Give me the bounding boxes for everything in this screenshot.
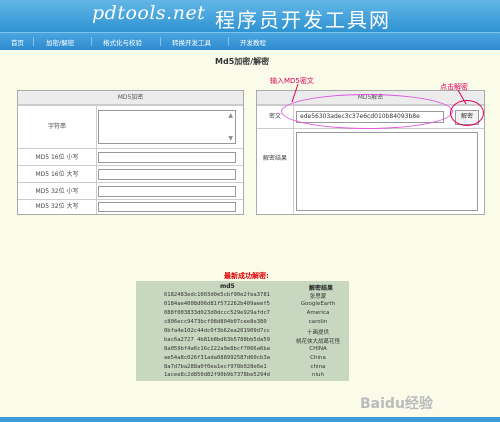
table-row-md5: 1acee8c2d850d82f90b9b7378be5294d [164, 372, 270, 378]
recent-title: 最新成功解密: [224, 272, 269, 280]
table-row-md5: 8a7d7ba288a0f0ea1ecf978b028e6e1 [164, 364, 267, 370]
result-column-header: 解密结果 [309, 285, 334, 292]
table-row-result: America [306, 310, 330, 316]
table-row-md5: 0184ae4008d06d81f572262b409aeef5 [164, 301, 270, 307]
recent-decryptions-table: md5 解密结果 6182483edc1003d0e5cbf90e2fea378… [136, 281, 349, 381]
table-row-md5: 088f003833d023d0dccc529e929afdc7 [164, 310, 270, 316]
table-row-result: 张思蒙 [309, 294, 327, 300]
table-row-md5: ae54a8c026f31ada088992587d60cb3a [164, 355, 270, 361]
table-row-result: GoogleEarth [300, 301, 336, 307]
table-row-result: China [310, 355, 326, 361]
table-row-result: niuh [312, 372, 324, 378]
arrow-to-button [457, 89, 467, 105]
footer-bar [0, 417, 500, 422]
arrow-to-input [291, 83, 299, 103]
table-row-md5: c806ecc9473bcf08d804b07cee8e380 [164, 319, 267, 325]
watermark: Baidu经验 [360, 396, 433, 412]
table-row-result: CHINA [309, 346, 327, 352]
table-row-md5: 0bfa4e102c44dc0f3b62ea201909d7cc [164, 328, 270, 334]
md5-column-header: md5 [220, 283, 235, 290]
table-row-md5: bac6a2727 4b81b8bd63b5788bb5da59 [164, 337, 270, 343]
table-row-result: carolin [308, 319, 328, 325]
table-row-result: 十画提供 [306, 330, 329, 336]
table-row-md5: 8a059bf4a6c16c222a9e8bcf7066a6ba [164, 346, 270, 352]
table-row-result: 桃花侠大战葛花怪 [295, 339, 340, 345]
table-row-md5: 6182483edc1003d0e5cbf90e2fea3781 [164, 292, 270, 298]
table-row-result: china [310, 364, 326, 370]
